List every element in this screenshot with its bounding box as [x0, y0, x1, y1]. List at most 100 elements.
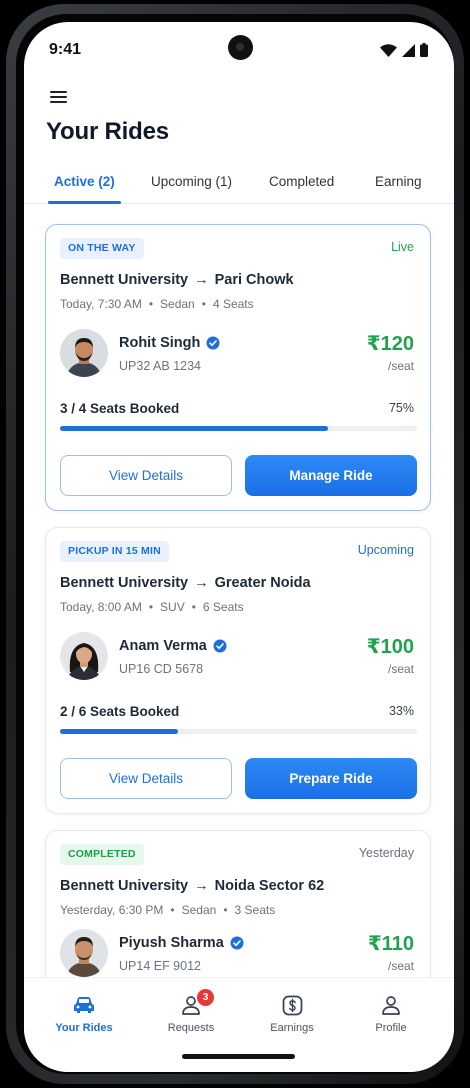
- ride-card[interactable]: ON THE WAY Live Bennett University → Pari …: [45, 224, 431, 511]
- avatar: [60, 929, 108, 977]
- home-indicator: [182, 1054, 295, 1059]
- price-unit: /seat: [387, 359, 414, 373]
- route-arrow-icon: →: [194, 878, 209, 894]
- manage-ride-button[interactable]: Manage Ride: [245, 455, 417, 496]
- route-arrow-icon: →: [194, 575, 209, 591]
- tab-active[interactable]: Active (2): [54, 174, 115, 189]
- tab-underline: [48, 201, 121, 204]
- ride-seats: 6 Seats: [202, 600, 244, 614]
- route-from: Bennett University: [60, 878, 189, 894]
- route-arrow-icon: →: [194, 272, 209, 288]
- ride-status-badge: PICKUP IN 15 MIN: [60, 541, 169, 562]
- ride-vehicle: Sedan: [181, 903, 217, 917]
- nav-requests[interactable]: 3 Requests: [151, 989, 231, 1034]
- seats-progress-fill: [60, 729, 178, 734]
- separator-dot: •: [223, 903, 228, 917]
- dollar-icon: [282, 995, 302, 1015]
- menu-icon[interactable]: [50, 88, 72, 106]
- vehicle-plate: UP32 AB 1234: [119, 359, 202, 373]
- ride-vehicle: Sedan: [160, 297, 195, 311]
- ride-meta: Yesterday, 6:30 PM • Sedan • 3 Seats: [60, 903, 275, 917]
- notification-badge: 3: [197, 989, 214, 1006]
- route-to: Greater Noida: [214, 575, 311, 591]
- avatar: [60, 632, 108, 680]
- seats-progress-fill: [60, 426, 328, 431]
- ride-status-badge: COMPLETED: [60, 844, 144, 865]
- price: ₹120: [366, 333, 414, 355]
- status-time: 9:41: [49, 41, 82, 58]
- signal-icon: [402, 43, 415, 57]
- vehicle-plate: UP16 CD 5678: [119, 662, 204, 676]
- price-unit: /seat: [387, 959, 414, 973]
- ride-route: Bennett University → Greater Noida: [60, 575, 311, 591]
- ride-status-label: Yesterday: [358, 846, 414, 860]
- ride-meta: Today, 7:30 AM • Sedan • 4 Seats: [60, 297, 254, 311]
- wifi-icon: [380, 43, 397, 57]
- phone-frame: 9:41 Your Rides Active (2) Upcoming (1) …: [6, 4, 464, 1084]
- ride-status-label: Upcoming: [357, 543, 414, 557]
- nav-label: Your Rides: [55, 1022, 113, 1034]
- tab-bar: Active (2) Upcoming (1) Completed Earnin…: [24, 162, 454, 204]
- prepare-ride-button[interactable]: Prepare Ride: [245, 758, 417, 799]
- ride-status-label: Live: [391, 240, 414, 254]
- ride-seats: 4 Seats: [212, 297, 254, 311]
- driver-name: Rohit Singh: [119, 335, 220, 351]
- separator-dot: •: [148, 600, 154, 614]
- price: ₹100: [366, 636, 414, 658]
- route-to: Pari Chowk: [214, 272, 294, 288]
- ride-time: Today, 7:30 AM: [60, 297, 142, 311]
- ride-time: Yesterday, 6:30 PM: [60, 903, 164, 917]
- status-bar: 9:41: [24, 22, 454, 72]
- ride-card[interactable]: PICKUP IN 15 MIN Upcoming Bennett Univer…: [45, 527, 431, 814]
- nav-earnings[interactable]: Earnings: [252, 994, 332, 1034]
- nav-your-rides[interactable]: Your Rides: [44, 994, 124, 1034]
- seats-booked-label: 2 / 6 Seats Booked: [60, 704, 180, 719]
- seats-booked-percent: 75%: [388, 401, 414, 415]
- driver-name-text: Anam Verma: [119, 638, 207, 654]
- tab-earning[interactable]: Earning: [375, 174, 422, 189]
- nav-profile[interactable]: Profile: [351, 994, 431, 1034]
- tab-upcoming[interactable]: Upcoming (1): [151, 174, 232, 189]
- driver-name-text: Rohit Singh: [119, 335, 201, 351]
- route-to: Noida Sector 62: [214, 878, 325, 894]
- battery-icon: [420, 43, 428, 57]
- driver-name-text: Piyush Sharma: [119, 935, 224, 951]
- price: ₹110: [367, 933, 414, 955]
- page-title: Your Rides: [46, 118, 169, 145]
- ride-meta: Today, 8:00 AM • SUV • 6 Seats: [60, 600, 244, 614]
- nav-label: Profile: [375, 1022, 407, 1034]
- seats-progress-bar: [60, 729, 417, 734]
- driver-name: Piyush Sharma: [119, 935, 244, 951]
- seats-progress-bar: [60, 426, 417, 431]
- separator-dot: •: [191, 600, 196, 614]
- price-unit: /seat: [387, 662, 414, 676]
- front-camera: [228, 35, 253, 60]
- nav-label: Requests: [167, 1022, 215, 1034]
- separator-dot: •: [148, 297, 154, 311]
- ride-route: Bennett University → Pari Chowk: [60, 272, 294, 288]
- seats-booked-label: 3 / 4 Seats Booked: [60, 401, 180, 416]
- separator-dot: •: [201, 297, 206, 311]
- ride-route: Bennett University → Noida Sector 62: [60, 878, 324, 894]
- ride-time: Today, 8:00 AM: [60, 600, 142, 614]
- route-from: Bennett University: [60, 272, 189, 288]
- view-details-button[interactable]: View Details: [60, 455, 232, 496]
- screen: 9:41 Your Rides Active (2) Upcoming (1) …: [24, 22, 454, 1072]
- separator-dot: •: [170, 903, 175, 917]
- ride-vehicle: SUV: [160, 600, 185, 614]
- view-details-button[interactable]: View Details: [60, 758, 232, 799]
- seats-booked-percent: 33%: [388, 704, 414, 718]
- car-icon: [74, 997, 94, 1013]
- ride-seats: 3 Seats: [234, 903, 276, 917]
- nav-label: Earnings: [270, 1022, 314, 1034]
- tab-completed[interactable]: Completed: [269, 174, 334, 189]
- avatar: [60, 329, 108, 377]
- status-icons: [380, 43, 428, 57]
- ride-status-badge: ON THE WAY: [60, 238, 144, 259]
- verified-icon: [230, 936, 244, 950]
- vehicle-plate: UP14 EF 9012: [119, 959, 201, 973]
- profile-icon: [382, 996, 400, 1015]
- verified-icon: [206, 336, 220, 350]
- verified-icon: [213, 639, 227, 653]
- route-from: Bennett University: [60, 575, 189, 591]
